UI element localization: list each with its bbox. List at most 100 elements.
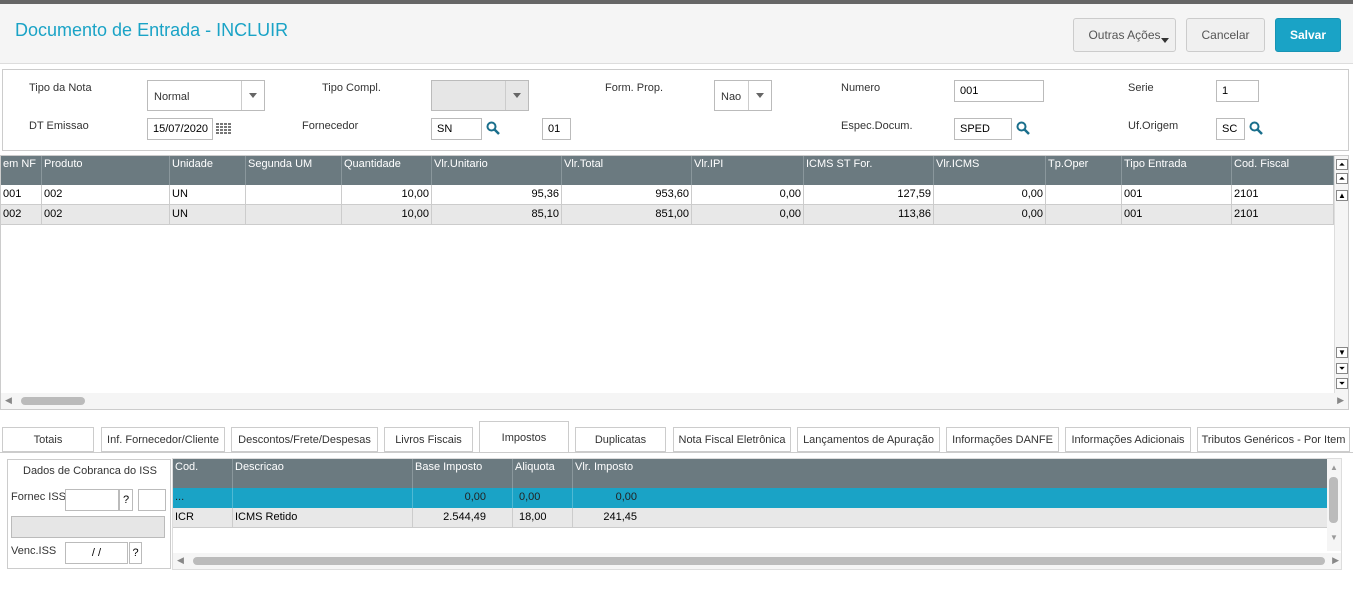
table-row[interactable]: 002 002 UN 10,00 85,10 851,00 0,00 113,8…	[1, 205, 1334, 225]
dt-emissao-input[interactable]: 15/07/2020	[147, 118, 213, 140]
column-header[interactable]: ICMS ST For.	[804, 156, 934, 185]
espec-docum-input[interactable]: SPED	[954, 118, 1012, 140]
table-cell: 0,00	[934, 185, 1046, 205]
tipo-nota-value: Normal	[154, 91, 190, 103]
tipo-compl-select[interactable]	[431, 80, 529, 111]
items-horizontal-scrollbar[interactable]: ◀ ▶	[1, 393, 1348, 409]
tab-descontos[interactable]: Descontos/Frete/Despesas	[231, 427, 378, 452]
tab-tributos-genericos[interactable]: Tributos Genéricos - Por Item	[1197, 427, 1350, 452]
fornec-iss-input[interactable]	[65, 489, 119, 511]
scroll-top-icon[interactable]: ⏶	[1336, 159, 1348, 170]
items-vertical-scrollbar[interactable]: ⏶ ⏶ ▲ ▼ ⏷ ⏷	[1334, 156, 1348, 394]
venc-iss-help-button[interactable]: ?	[129, 542, 142, 564]
table-cell: 0,00	[513, 488, 573, 508]
scroll-down-icon[interactable]: ▼	[1330, 533, 1338, 542]
tab-duplicatas[interactable]: Duplicatas	[575, 427, 666, 452]
table-row[interactable]: ... 0,00 0,00 0,00	[173, 488, 1328, 508]
column-header[interactable]: Aliquota	[513, 459, 573, 488]
save-button[interactable]: Salvar	[1275, 18, 1341, 52]
column-header[interactable]: Cod.	[173, 459, 233, 488]
tab-lancamentos-apuracao[interactable]: Lançamentos de Apuração	[797, 427, 940, 452]
calendar-icon[interactable]	[216, 123, 232, 135]
numero-input[interactable]: 001	[954, 80, 1044, 102]
fornecedor-input[interactable]: SN	[431, 118, 482, 140]
column-header[interactable]: Vlr. Imposto	[573, 459, 1328, 488]
tab-impostos[interactable]: Impostos	[479, 421, 569, 453]
more-actions-button[interactable]: Outras Ações	[1073, 18, 1176, 52]
fornec-iss-help-button[interactable]: ?	[119, 489, 133, 511]
scroll-down-icon[interactable]: ▼	[1336, 347, 1348, 358]
column-header[interactable]: Unidade	[170, 156, 246, 185]
scroll-thumb[interactable]	[1329, 477, 1338, 523]
serie-input[interactable]: 1	[1216, 80, 1259, 102]
column-header[interactable]: Descricao	[233, 459, 413, 488]
scroll-up-icon[interactable]: ▲	[1336, 190, 1348, 201]
column-header[interactable]: em NF	[1, 156, 42, 185]
numero-label: Numero	[841, 82, 881, 94]
tab-informacoes-danfe[interactable]: Informações DANFE	[946, 427, 1059, 452]
table-cell: 85,10	[432, 205, 562, 225]
scroll-page-up-icon[interactable]: ⏶	[1336, 173, 1348, 184]
scroll-thumb[interactable]	[193, 557, 1325, 565]
scroll-bottom-icon[interactable]: ⏷	[1336, 378, 1348, 389]
uf-origem-label: Uf.Origem	[1128, 120, 1179, 132]
chevron-down-icon	[241, 81, 264, 110]
table-cell: 2.544,49	[413, 508, 513, 528]
table-cell: 953,60	[562, 185, 692, 205]
table-cell: 2101	[1232, 205, 1334, 225]
items-grid-header: em NF Produto Unidade Segunda UM Quantid…	[1, 156, 1334, 185]
table-cell: 10,00	[342, 185, 432, 205]
loja-input[interactable]: 01	[542, 118, 571, 140]
items-grid[interactable]: em NF Produto Unidade Segunda UM Quantid…	[0, 155, 1349, 410]
column-header[interactable]: Vlr.ICMS	[934, 156, 1046, 185]
tipo-nota-select[interactable]: Normal	[147, 80, 265, 111]
search-icon[interactable]	[1249, 121, 1263, 135]
dt-emissao-label: DT Emissao	[29, 120, 89, 132]
scroll-page-down-icon[interactable]: ⏷	[1336, 363, 1348, 374]
scroll-left-icon[interactable]: ◀	[177, 555, 184, 566]
column-header[interactable]: Produto	[42, 156, 170, 185]
tab-nota-fiscal-eletronica[interactable]: Nota Fiscal Eletrônica	[673, 427, 791, 452]
column-header[interactable]: Tp.Oper	[1046, 156, 1122, 185]
column-header[interactable]: Vlr.Unitario	[432, 156, 562, 185]
column-header[interactable]: Vlr.Total	[562, 156, 692, 185]
table-cell: 10,00	[342, 205, 432, 225]
column-header[interactable]: Cod. Fiscal	[1232, 156, 1334, 185]
column-header[interactable]: Quantidade	[342, 156, 432, 185]
scroll-right-icon[interactable]: ▶	[1337, 395, 1344, 406]
scroll-right-icon[interactable]: ▶	[1332, 555, 1339, 566]
tab-totais[interactable]: Totais	[2, 427, 94, 452]
table-cell	[1046, 205, 1122, 225]
table-cell: 0,00	[692, 185, 804, 205]
table-cell: ...	[173, 488, 233, 508]
column-header[interactable]: Segunda UM	[246, 156, 342, 185]
uf-origem-input[interactable]: SC	[1216, 118, 1245, 140]
scroll-up-icon[interactable]: ▲	[1330, 463, 1338, 472]
search-icon[interactable]	[486, 121, 500, 135]
folder-tabs: Totais Inf. Fornecedor/Cliente Descontos…	[0, 421, 1353, 453]
table-row[interactable]: 001 002 UN 10,00 95,36 953,60 0,00 127,5…	[1, 185, 1334, 205]
column-header[interactable]: Base Imposto	[413, 459, 513, 488]
espec-docum-label: Espec.Docum.	[841, 120, 913, 132]
table-cell	[233, 488, 413, 508]
table-row[interactable]: ICR ICMS Retido 2.544,49 18,00 241,45	[173, 508, 1328, 528]
tax-grid[interactable]: Cod. Descricao Base Imposto Aliquota Vlr…	[172, 458, 1342, 570]
scroll-thumb[interactable]	[21, 397, 85, 405]
venc-iss-input[interactable]: / /	[65, 542, 128, 564]
tab-informacoes-adicionais[interactable]: Informações Adicionais	[1065, 427, 1191, 452]
search-icon[interactable]	[1016, 121, 1030, 135]
tab-inf-fornecedor[interactable]: Inf. Fornecedor/Cliente	[101, 427, 225, 452]
tab-livros-fiscais[interactable]: Livros Fiscais	[384, 427, 473, 452]
scroll-left-icon[interactable]: ◀	[5, 395, 12, 406]
fornec-iss-loja-input[interactable]	[138, 489, 166, 511]
chevron-down-icon	[748, 81, 771, 110]
fornec-iss-name-field	[11, 516, 165, 538]
table-cell: 127,59	[804, 185, 934, 205]
table-cell: 851,00	[562, 205, 692, 225]
cancel-button[interactable]: Cancelar	[1186, 18, 1265, 52]
column-header[interactable]: Tipo Entrada	[1122, 156, 1232, 185]
form-prop-select[interactable]: Nao	[714, 80, 772, 111]
column-header[interactable]: Vlr.IPI	[692, 156, 804, 185]
tax-vertical-scrollbar[interactable]: ▲ ▼	[1327, 459, 1341, 551]
tax-horizontal-scrollbar[interactable]: ◀ ▶	[173, 553, 1341, 569]
